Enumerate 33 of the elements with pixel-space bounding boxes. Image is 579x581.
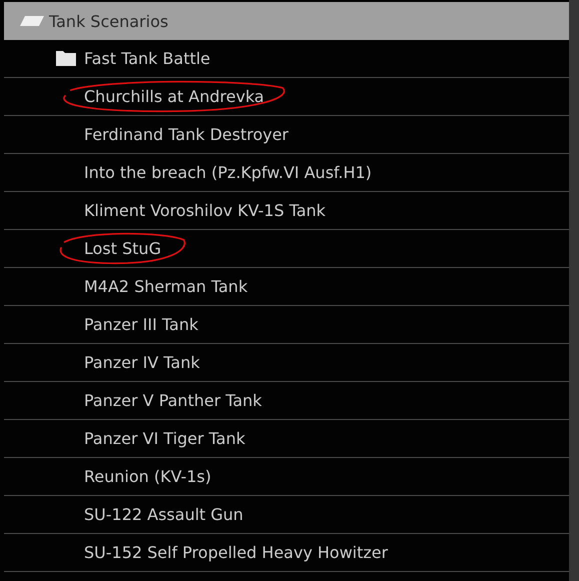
item-label: Churchills at Andrevka bbox=[84, 87, 264, 106]
folder-icon bbox=[56, 51, 76, 66]
item-label: Panzer IV Tank bbox=[84, 353, 200, 372]
tree-item[interactable]: Panzer IV Tank bbox=[4, 344, 569, 382]
tree-item[interactable]: Panzer III Tank bbox=[4, 306, 569, 344]
item-label: M4A2 Sherman Tank bbox=[84, 277, 248, 296]
item-label: SU-122 Assault Gun bbox=[84, 505, 244, 524]
item-label: Panzer VI Tiger Tank bbox=[84, 429, 246, 448]
item-label: Reunion (KV-1s) bbox=[84, 467, 212, 486]
item-label: Fast Tank Battle bbox=[84, 49, 210, 68]
item-label: Panzer III Tank bbox=[84, 315, 198, 334]
open-folder-icon bbox=[20, 16, 44, 26]
tree-item[interactable]: Into the breach (Pz.Kpfw.VI Ausf.H1) bbox=[4, 154, 569, 192]
tree-header[interactable]: Tank Scenarios bbox=[4, 2, 569, 40]
tree-item[interactable]: Reunion (KV-1s) bbox=[4, 458, 569, 496]
tree-item[interactable]: SU-152 Self Propelled Heavy Howitzer bbox=[4, 534, 569, 572]
tree-item[interactable]: Ferdinand Tank Destroyer bbox=[4, 116, 569, 154]
item-label: SU-152 Self Propelled Heavy Howitzer bbox=[84, 543, 388, 562]
tree-item[interactable]: SU-122 Assault Gun bbox=[4, 496, 569, 534]
tree-item[interactable]: Panzer V Panther Tank bbox=[4, 382, 569, 420]
tree-item[interactable]: Churchills at Andrevka bbox=[4, 78, 569, 116]
tree-item[interactable]: Fast Tank Battle bbox=[4, 40, 569, 78]
tree-item[interactable]: Kliment Voroshilov KV-1S Tank bbox=[4, 192, 569, 230]
item-label: Kliment Voroshilov KV-1S Tank bbox=[84, 201, 326, 220]
item-label: Lost StuG bbox=[84, 239, 162, 258]
tree-item[interactable]: Panzer VI Tiger Tank bbox=[4, 420, 569, 458]
item-label: Ferdinand Tank Destroyer bbox=[84, 125, 288, 144]
item-label: Into the breach (Pz.Kpfw.VI Ausf.H1) bbox=[84, 163, 372, 182]
item-label: Panzer V Panther Tank bbox=[84, 391, 262, 410]
header-title: Tank Scenarios bbox=[49, 12, 168, 30]
scrollbar[interactable] bbox=[569, 0, 579, 581]
tree-item[interactable]: Lost StuG bbox=[4, 230, 569, 268]
tree-item[interactable]: M4A2 Sherman Tank bbox=[4, 268, 569, 306]
